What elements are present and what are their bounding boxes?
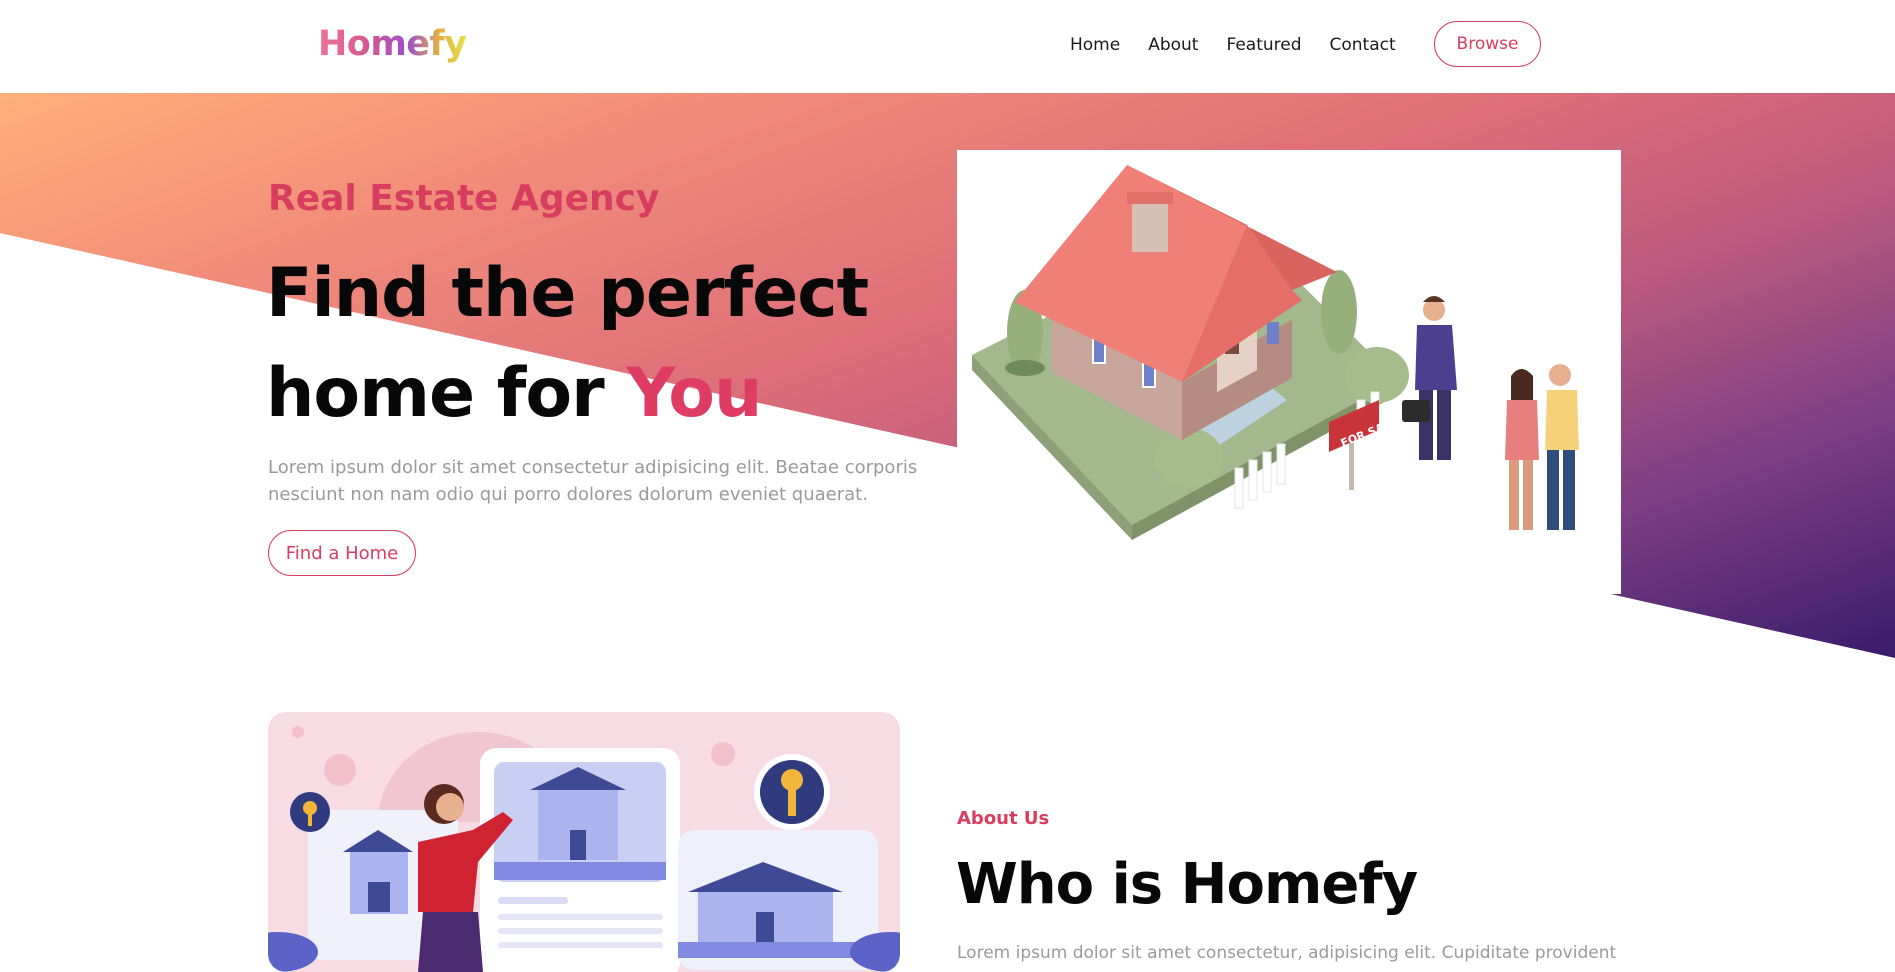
about-title: Who is Homefy (956, 852, 1418, 917)
headline-line-2: home for (266, 354, 627, 433)
nav-link-contact[interactable]: Contact (1330, 35, 1396, 55)
nav-link-about[interactable]: About (1148, 35, 1198, 55)
about-eyebrow: About Us (957, 808, 1050, 829)
headline-accent: You (626, 354, 762, 433)
about-text: Lorem ipsum dolor sit amet consectetur, … (957, 943, 1617, 963)
headline-line-1: Find the perfect (266, 254, 869, 333)
browsing-homes-illustration (268, 726, 900, 972)
brand-logo[interactable]: Homefy (318, 24, 467, 64)
hero-headline: Find the perfect home for You (266, 244, 966, 444)
house-illustration: FOR SALE (972, 165, 1579, 540)
about-illustration-card (268, 712, 900, 972)
site-header: Homefy Home About Featured Contact Brows… (0, 0, 1895, 93)
nav-link-featured[interactable]: Featured (1226, 35, 1301, 55)
main-nav: Home About Featured Contact (1070, 35, 1424, 55)
hero-illustration-card: FOR SALE (957, 150, 1621, 594)
hero-lead: Lorem ipsum dolor sit amet consectetur a… (268, 457, 918, 505)
find-home-button[interactable]: Find a Home (268, 530, 416, 576)
browse-button[interactable]: Browse (1434, 21, 1541, 67)
hero-eyebrow: Real Estate Agency (268, 178, 660, 219)
nav-link-home[interactable]: Home (1070, 35, 1120, 55)
